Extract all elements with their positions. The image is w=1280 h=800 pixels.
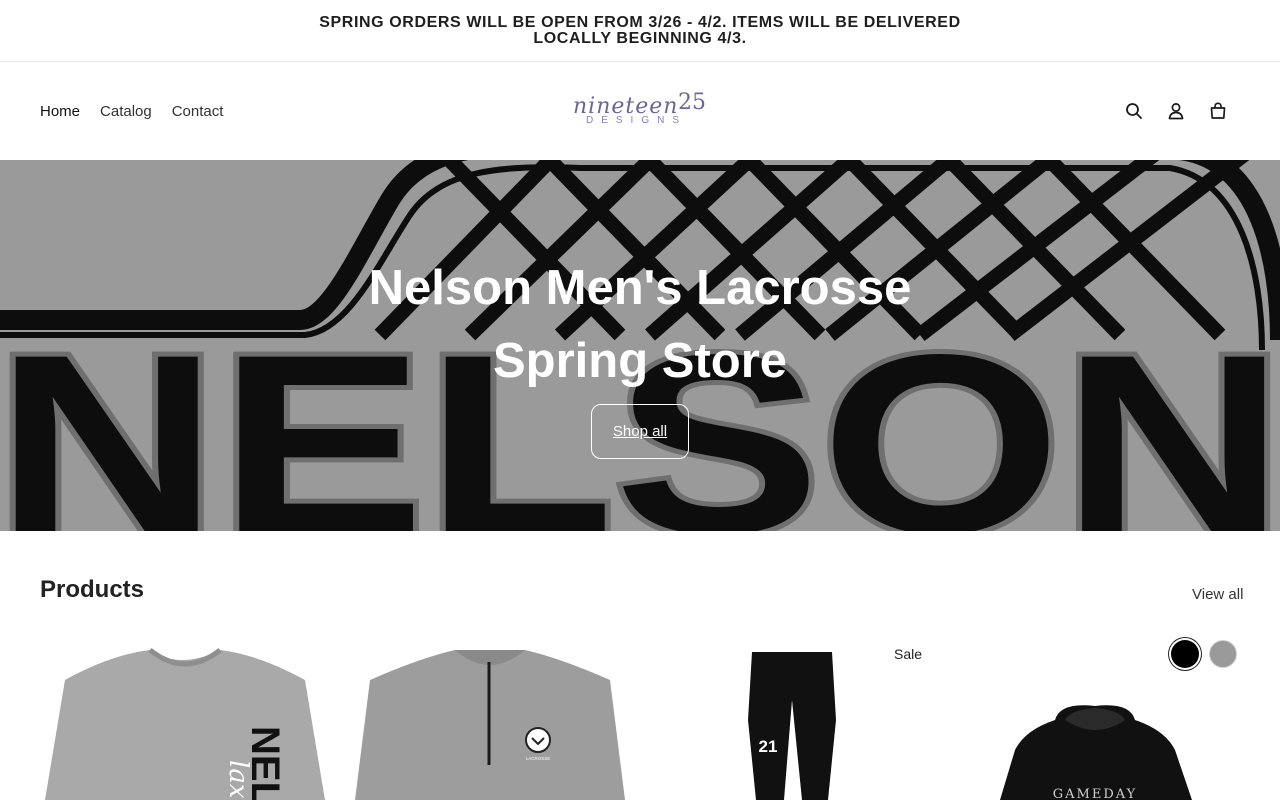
quarter-zip-print-text: LACROSSE [526, 756, 551, 761]
header-icons [1124, 101, 1228, 121]
product-card-hoodie[interactable]: GAMEDAY [970, 640, 1240, 800]
hero-title: Nelson Men's Lacrosse Spring Store [0, 252, 1280, 398]
product-card-crewneck[interactable]: lax NEL [40, 640, 330, 800]
site-logo[interactable]: nineteen 25 DESIGNS [572, 89, 710, 127]
shop-all-button[interactable]: Shop all [591, 404, 689, 459]
logo-sub-text: DESIGNS [586, 115, 687, 126]
hoodie-print-text: GAMEDAY [1053, 787, 1137, 800]
search-icon[interactable] [1124, 101, 1144, 121]
announcement-bar: SPRING ORDERS WILL BE OPEN FROM 3/26 - 4… [0, 0, 1280, 62]
hero-banner: NELSON Nelson Men's Lacrosse Spring Stor… [0, 160, 1280, 531]
color-swatch-grey[interactable] [1209, 640, 1237, 668]
site-header: Home Catalog Contact nineteen 25 DESIGNS [0, 63, 1280, 160]
view-all-link[interactable]: View all [1192, 586, 1243, 603]
nav-catalog-link[interactable]: Catalog [100, 103, 152, 120]
nav-contact-link[interactable]: Contact [172, 103, 224, 120]
logo-number-text: 25 [678, 90, 706, 115]
product-image-hoodie: GAMEDAY [1000, 705, 1192, 800]
hero-title-line1: Nelson Men's Lacrosse [368, 261, 912, 315]
product-image-sweatpants: 21 [748, 652, 836, 800]
sweatpants-print-text: 21 [759, 737, 778, 756]
nav-home-link[interactable]: Home [40, 103, 80, 120]
color-swatch-black[interactable] [1171, 640, 1199, 668]
main-nav: Home Catalog Contact [40, 103, 223, 120]
hero-title-line2: Spring Store [492, 334, 788, 388]
account-icon[interactable] [1166, 101, 1186, 121]
product-image-crewneck: lax NEL [45, 648, 325, 800]
product-card-quarter-zip[interactable]: LACROSSE [350, 640, 630, 800]
crewneck-print-text: NEL [243, 726, 287, 800]
product-image-quarter-zip: LACROSSE [355, 650, 625, 800]
product-card-sweatpants[interactable]: 21 [660, 640, 940, 800]
sale-badge: Sale [894, 646, 923, 662]
cart-icon[interactable] [1208, 101, 1228, 121]
products-heading: Products [40, 576, 145, 603]
announcement-text: SPRING ORDERS WILL BE OPEN FROM 3/26 - 4… [319, 13, 961, 47]
